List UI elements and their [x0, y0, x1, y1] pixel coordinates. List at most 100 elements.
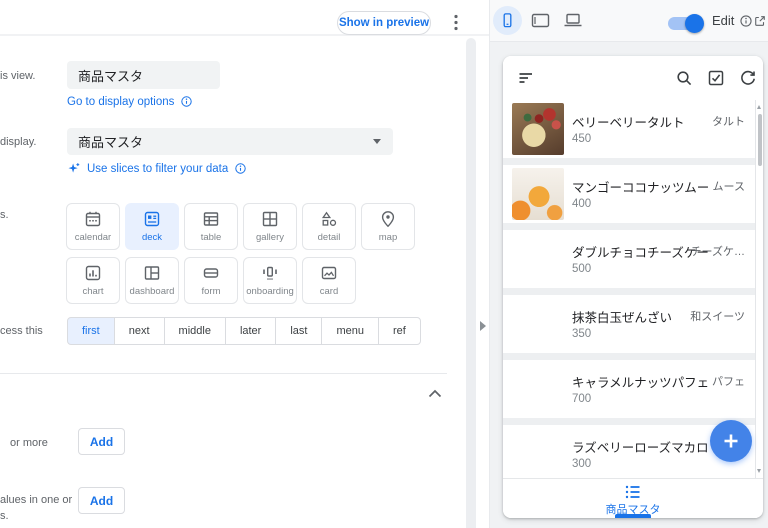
view-settings-panel: Show in preview is view. Go to display o… [0, 0, 490, 528]
mobile-icon [499, 12, 516, 29]
table-icon [202, 210, 220, 228]
dashboard-icon [143, 264, 161, 282]
view-type-label: card [320, 286, 338, 297]
list-view-icon[interactable] [624, 484, 642, 500]
search-icon[interactable] [675, 69, 693, 87]
info-icon[interactable] [234, 162, 247, 175]
deck-icon [143, 210, 161, 228]
tablet-icon [531, 13, 550, 28]
position-tab[interactable]: next [114, 317, 165, 345]
position-tab[interactable]: middle [164, 317, 226, 345]
open-in-new-icon[interactable] [753, 14, 767, 28]
list-item[interactable]: ベリーベリータルト タルト 450 [503, 100, 755, 158]
add-row-2-label-fragment: alues in one or [0, 494, 72, 506]
view-type-button[interactable]: dashboard [125, 257, 179, 304]
laptop-icon [563, 12, 583, 28]
add-button-primary-header[interactable]: Add [78, 428, 125, 455]
preview-toolbar: Edit [490, 0, 768, 42]
view-name-input[interactable] [67, 61, 220, 89]
view-type-button[interactable]: deck [125, 203, 179, 250]
chevron-down-icon [373, 139, 381, 144]
item-title: 抹茶白玉ぜんざい [572, 307, 672, 326]
edit-mode-label: Edit [712, 13, 734, 28]
appsheet-view-editor: Show in preview is view. Go to display o… [0, 0, 768, 528]
item-title: ダブルチョコチーズケーキ [572, 242, 710, 261]
view-type-label: deck [142, 232, 162, 243]
phone-app-bar [503, 56, 763, 100]
panel-header: Show in preview [0, 0, 490, 36]
edit-mode-toggle[interactable] [668, 14, 705, 28]
item-category: タルト [712, 113, 745, 129]
info-icon[interactable] [739, 14, 753, 28]
gallery-icon [261, 210, 279, 228]
view-type-label: gallery [256, 232, 284, 243]
phone-preview: ベリーベリータルト タルト 450 マンゴーココナッツムース ムース 400 ダ… [503, 56, 763, 518]
view-type-button[interactable]: map [361, 203, 415, 250]
add-row-2-label-fragment-2: s. [0, 510, 9, 522]
position-tab[interactable]: later [225, 317, 276, 345]
form-icon [202, 264, 220, 282]
item-price: 500 [572, 263, 591, 275]
sparkle-icon [66, 161, 81, 176]
item-price: 400 [572, 198, 591, 210]
view-type-label: onboarding [246, 286, 294, 297]
view-type-button[interactable]: detail [302, 203, 356, 250]
list-item[interactable]: キャラメルナッツパフェ パフェ 700 [503, 360, 755, 418]
section-divider [0, 373, 447, 374]
view-type-button[interactable]: form [184, 257, 238, 304]
view-type-button[interactable]: gallery [243, 203, 297, 250]
menu-sort-icon[interactable] [517, 69, 535, 87]
calendar-icon [84, 210, 102, 228]
list-scrollbar[interactable] [755, 100, 763, 478]
app-preview-panel: Edit [490, 0, 768, 528]
data-source-select[interactable]: 商品マスタ [67, 128, 393, 155]
go-to-display-options-link[interactable]: Go to display options [67, 95, 193, 108]
tablet-device-button[interactable] [531, 13, 550, 28]
go-to-display-options-text: Go to display options [67, 96, 174, 108]
item-category: 和スイーツ [690, 308, 745, 324]
use-slices-link[interactable]: Use slices to filter your data [66, 161, 247, 176]
view-type-label: detail [318, 232, 341, 243]
refresh-icon[interactable] [739, 69, 757, 87]
expand-panel-handle-icon[interactable] [480, 321, 486, 331]
view-type-grid: calendar deck table gallery detail map c… [66, 203, 426, 304]
more-options-icon[interactable] [449, 13, 463, 32]
scroll-down-icon[interactable] [757, 469, 761, 473]
desktop-device-button[interactable] [563, 12, 583, 28]
item-price: 350 [572, 328, 591, 340]
mobile-device-button[interactable] [493, 6, 522, 35]
position-tab[interactable]: last [275, 317, 322, 345]
position-tab[interactable]: menu [321, 317, 379, 345]
list-item[interactable]: 抹茶白玉ぜんざい 和スイーツ 350 [503, 295, 755, 353]
data-source-label-fragment: display. [0, 136, 36, 148]
view-type-label: calendar [75, 232, 111, 243]
position-tab[interactable]: ref [378, 317, 421, 345]
scroll-up-icon[interactable] [757, 105, 761, 109]
view-type-label-fragment: s. [0, 209, 9, 221]
panel-scrollbar[interactable] [466, 38, 476, 528]
use-slices-text: Use slices to filter your data [87, 163, 228, 175]
show-in-preview-button[interactable]: Show in preview [337, 11, 431, 35]
list-item[interactable]: ダブルチョコチーズケーキ チーズケ… 500 [503, 230, 755, 288]
view-name-label-fragment: is view. [0, 70, 35, 82]
collapse-section-icon[interactable] [428, 389, 442, 398]
view-type-button[interactable]: calendar [66, 203, 120, 250]
add-record-fab[interactable] [710, 420, 752, 462]
item-title: ラズベリーローズマカロン [572, 437, 710, 456]
multi-select-checkbox-icon[interactable] [707, 69, 725, 87]
position-label-fragment: cess this [0, 325, 43, 337]
view-type-button[interactable]: card [302, 257, 356, 304]
view-type-button[interactable]: chart [66, 257, 120, 304]
add-button-secondary[interactable]: Add [78, 487, 125, 514]
info-icon[interactable] [180, 95, 193, 108]
view-type-button[interactable]: onboarding [243, 257, 297, 304]
bottom-nav-bar: 商品マスタ [503, 478, 763, 518]
list-item[interactable]: マンゴーココナッツムース ムース 400 [503, 165, 755, 223]
card-icon [320, 264, 338, 282]
data-source-value: 商品マスタ [78, 132, 143, 151]
item-category: チーズケ… [691, 243, 745, 259]
view-type-label: map [379, 232, 397, 243]
view-type-button[interactable]: table [184, 203, 238, 250]
scrollbar-thumb[interactable] [758, 114, 762, 166]
position-tab[interactable]: first [67, 317, 115, 345]
